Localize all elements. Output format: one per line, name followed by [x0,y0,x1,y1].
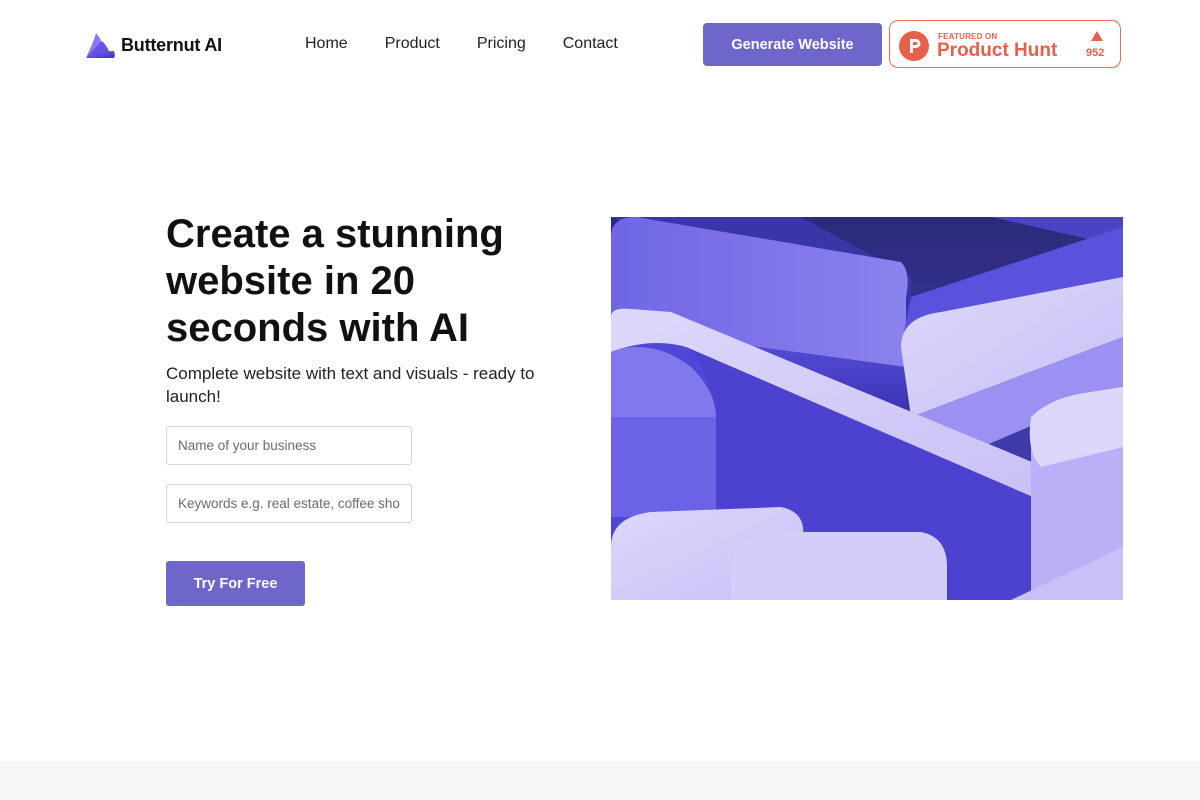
nav-product[interactable]: Product [385,34,440,54]
generate-website-button[interactable]: Generate Website [703,23,882,66]
try-for-free-button[interactable]: Try For Free [166,561,305,606]
business-name-input[interactable] [166,426,412,465]
hero-title: Create a stunning website in 20 seconds … [166,212,504,350]
footer-band [0,761,1200,800]
brand-logo[interactable]: Butternut AI [84,31,222,60]
nav-contact[interactable]: Contact [563,34,618,54]
abstract-3d-purple-shapes-image [611,217,1123,600]
product-hunt-badge[interactable]: FEATURED ON Product Hunt 952 [889,20,1121,68]
upvote-triangle-icon [1091,31,1103,41]
nav-home[interactable]: Home [305,34,348,54]
product-hunt-upvote-count: 952 [1086,47,1105,59]
hero-subtitle: Complete website with text and visuals -… [166,364,535,406]
layered-wing-logo-icon [86,33,115,58]
product-hunt-name: Product Hunt [937,40,1058,61]
product-hunt-logo-icon [899,31,929,61]
keywords-input[interactable] [166,484,412,523]
nav-pricing[interactable]: Pricing [477,34,526,54]
brand-name: Butternut AI [121,35,222,55]
main-nav: Home Product Pricing Contact [305,34,655,54]
